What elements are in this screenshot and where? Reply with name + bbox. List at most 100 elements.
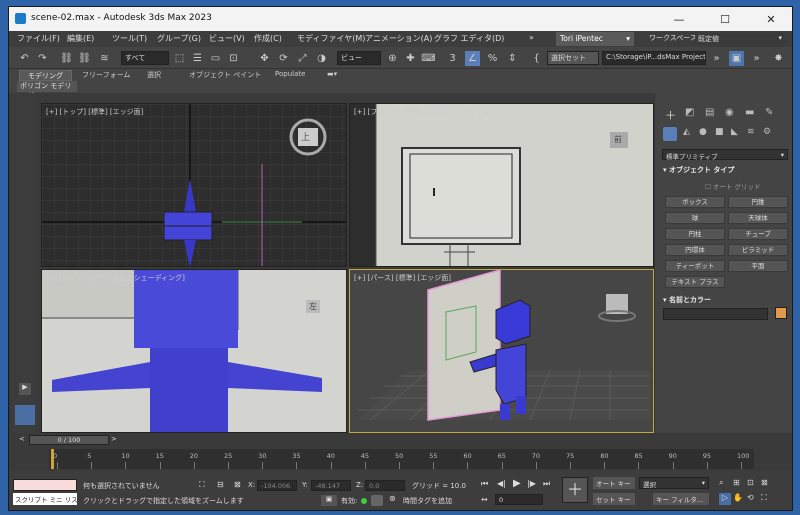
systems-icon[interactable]: ⚙ xyxy=(763,127,771,137)
viewcube-top-face[interactable]: 上 xyxy=(301,130,310,143)
menu-edit[interactable]: 編集(E) xyxy=(67,33,94,44)
menu-animation[interactable]: アニメーション(A) xyxy=(365,33,432,44)
rect-selection-icon[interactable]: ▭ xyxy=(208,51,223,66)
scale-icon[interactable]: ⤢ xyxy=(295,51,310,66)
bind-spacewarp-icon[interactable]: ≋ xyxy=(97,51,112,66)
zoom-region-icon[interactable]: ▷ xyxy=(719,493,731,505)
close-button[interactable]: ✕ xyxy=(748,7,792,31)
menu-file[interactable]: ファイル(F) xyxy=(17,33,60,44)
maximize-button[interactable]: ☐ xyxy=(702,7,748,31)
user-dropdown[interactable]: Tori iPentec ▾ xyxy=(556,32,634,46)
keyboard-shortcut-icon[interactable]: ⌨ xyxy=(421,51,436,66)
menu-modifiers[interactable]: モディファイヤ(M) xyxy=(297,33,365,44)
goto-start-icon[interactable]: ⏮ xyxy=(481,479,488,489)
minimize-button[interactable]: — xyxy=(656,7,702,31)
menu-create[interactable]: 作成(C) xyxy=(254,33,282,44)
utilities-tab-icon[interactable]: ✎ xyxy=(765,107,773,118)
selection-set-dropdown[interactable]: 選択 ▾ xyxy=(639,477,709,489)
time-cursor[interactable] xyxy=(51,449,54,469)
orbit-icon[interactable]: ⟲ xyxy=(747,493,754,502)
object-color-swatch[interactable] xyxy=(775,307,787,319)
primitive-type-dropdown[interactable]: 標準プリミティブ ▾ xyxy=(662,149,788,161)
angle-snap-icon[interactable]: ∠ xyxy=(465,51,480,66)
tab-populate[interactable]: Populate xyxy=(267,70,313,81)
geometry-icon[interactable] xyxy=(663,127,677,141)
add-time-tag[interactable]: 時間タグを追加 xyxy=(403,496,452,506)
key-mode-icon[interactable]: ↔ xyxy=(481,495,488,504)
display-tab-icon[interactable]: ▬ xyxy=(745,107,754,118)
isolate-icon[interactable]: ⛶ xyxy=(199,480,205,490)
time-next-icon[interactable]: > xyxy=(111,435,117,443)
plane-button[interactable]: 平面 xyxy=(728,260,788,272)
time-slider[interactable]: 0 / 100 xyxy=(29,435,109,445)
menu-tools[interactable]: ツール(T) xyxy=(112,33,147,44)
box-button[interactable]: ボックス xyxy=(665,196,725,208)
prev-frame-icon[interactable]: ◀| xyxy=(497,479,506,488)
viewport-perspective[interactable]: [+] [パース] [標準] [エッジ面] xyxy=(349,269,654,433)
viewport-layout-icon[interactable] xyxy=(15,405,35,425)
geosphere-button[interactable]: 天球体 xyxy=(728,212,788,224)
viewport-perspective-label[interactable]: [+] [パース] [標準] [エッジ面] xyxy=(354,273,451,283)
tab-freeform[interactable]: フリーフォーム xyxy=(74,70,138,81)
menu-graph-editors[interactable]: グラフ エディタ(D) xyxy=(434,33,504,44)
viewport-front[interactable]: [+] [フロント] [標準] [既定のシェーディング] 前 xyxy=(349,103,654,267)
unlink-icon[interactable]: ⛓ xyxy=(77,51,92,66)
torus-button[interactable]: 円環体 xyxy=(665,244,725,256)
rotate-icon[interactable]: ⟳ xyxy=(276,51,291,66)
object-name-field[interactable] xyxy=(663,308,768,320)
tube-button[interactable]: チューブ xyxy=(728,228,788,240)
z-coordinate-field[interactable]: 0.0 xyxy=(365,480,405,491)
key-filters-button[interactable]: キー フィルタ... xyxy=(653,493,709,505)
select-by-name-icon[interactable]: ☰ xyxy=(190,51,205,66)
edit-named-sets-icon[interactable]: { xyxy=(529,51,544,66)
name-color-header[interactable]: ▾ 名前とカラー xyxy=(663,295,711,305)
ribbon-toggle-icon[interactable]: ▬▾ xyxy=(327,70,337,78)
object-type-header[interactable]: ▾ オブジェクト タイプ xyxy=(663,165,734,175)
helpers-icon[interactable]: ◣ xyxy=(731,127,738,137)
placement-icon[interactable]: ◑ xyxy=(314,51,329,66)
time-prev-icon[interactable]: < xyxy=(19,435,25,443)
track-bar[interactable]: 0 5 10 15 20 25 30 35 40 45 50 55 60 65 70 75 80 85 90 95 10… xyxy=(49,449,754,469)
next-frame-icon[interactable]: |▶ xyxy=(527,479,536,488)
select-object-icon[interactable]: ⬚ xyxy=(172,51,187,66)
teapot-button[interactable]: ティーポット xyxy=(665,260,725,272)
text-plus-button[interactable]: テキスト プラス xyxy=(665,276,725,288)
polygon-modeling-panel[interactable]: ポリゴン モデリング xyxy=(17,81,77,100)
goto-end-icon[interactable]: ⏭ xyxy=(543,479,550,489)
maxscript-listener[interactable] xyxy=(13,479,77,491)
shapes-icon[interactable]: ◭ xyxy=(683,127,690,137)
redo-icon[interactable]: ↷ xyxy=(35,51,50,66)
hierarchy-tab-icon[interactable]: ▤ xyxy=(705,107,714,118)
menu-group[interactable]: グループ(G) xyxy=(157,33,201,44)
viewport-left[interactable]: [+] [レフト] [標準] [既定のシェーディング] 左 xyxy=(41,269,347,433)
time-tag-icon[interactable]: ⊛ xyxy=(389,494,396,503)
zoom-all-icon[interactable]: ⊞ xyxy=(733,478,740,487)
snap-toggle-icon[interactable]: 3 xyxy=(445,51,460,66)
motion-tab-icon[interactable]: ◉ xyxy=(725,107,734,118)
lock-selection-icon[interactable]: ⊟ xyxy=(217,480,224,489)
save-icon[interactable]: ▣ xyxy=(729,51,744,66)
viewcube-left-face[interactable]: 左 xyxy=(306,300,320,313)
zoom-icon[interactable]: ⌕ xyxy=(719,478,723,488)
zoom-extents-all-icon[interactable]: ⊠ xyxy=(761,478,768,487)
viewport-top[interactable]: [+] [トップ] [標準] [エッジ面] 上 xyxy=(41,103,347,267)
selection-filter-dropdown[interactable]: すべて xyxy=(121,51,169,65)
toolbar-more-icon-2[interactable]: » xyxy=(749,51,764,66)
menu-view[interactable]: ビュー(V) xyxy=(209,33,245,44)
modify-tab-icon[interactable]: ◩ xyxy=(685,107,694,118)
toolbar-more-icon[interactable]: » xyxy=(709,51,724,66)
pivot-icon[interactable]: ⊕ xyxy=(385,51,400,66)
maximize-viewport-icon[interactable]: ⛶ xyxy=(761,493,767,503)
tab-object-paint[interactable]: オブジェクト ペイント xyxy=(181,70,269,81)
window-crossing-icon[interactable]: ⊡ xyxy=(226,51,241,66)
x-coordinate-field[interactable]: -104.006 xyxy=(257,480,297,491)
current-frame-field[interactable]: 0 xyxy=(495,494,543,505)
y-coordinate-field[interactable]: -48.147 xyxy=(311,480,351,491)
tab-selection[interactable]: 選択 xyxy=(139,70,169,81)
render-icon[interactable]: ▣ xyxy=(321,495,337,506)
undo-icon[interactable]: ↶ xyxy=(17,51,32,66)
pyramid-button[interactable]: ピラミッド xyxy=(728,244,788,256)
reference-coord-dropdown[interactable]: ビュー xyxy=(337,51,381,65)
viewport-top-label[interactable]: [+] [トップ] [標準] [エッジ面] xyxy=(46,107,143,117)
workspace-dropdown[interactable]: 既定値 ▾ xyxy=(695,33,785,45)
